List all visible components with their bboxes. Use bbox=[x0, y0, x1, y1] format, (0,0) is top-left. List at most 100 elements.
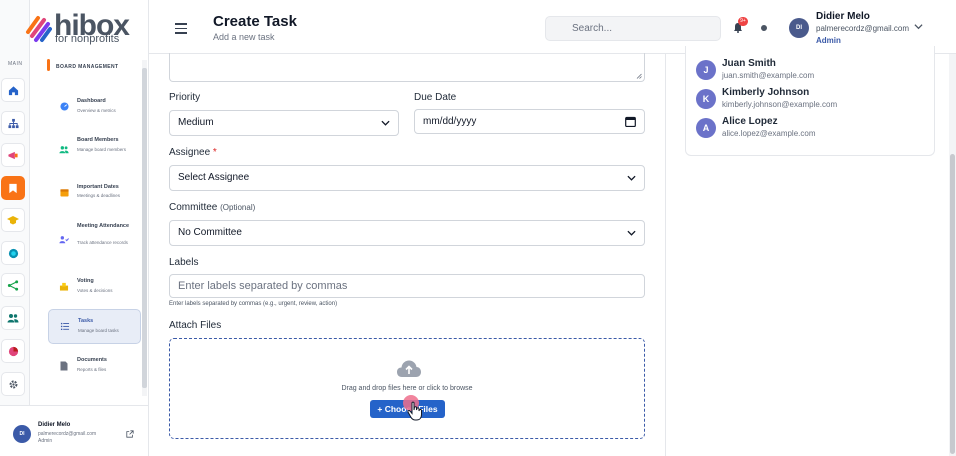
description-textarea[interactable] bbox=[169, 53, 645, 82]
member-name: Juan Smith bbox=[722, 58, 776, 69]
avatar: DI bbox=[13, 425, 31, 443]
members-card: J Juan Smith juan.smith@example.com K Ki… bbox=[685, 46, 935, 156]
sidebar-user-card[interactable]: DI Didier Melo palmerecordz@gmail.com Ad… bbox=[0, 405, 148, 456]
user-check-icon bbox=[59, 234, 69, 244]
committee-label: Committee (Optional) bbox=[169, 202, 255, 213]
priority-select[interactable]: Medium bbox=[169, 110, 399, 136]
rail-section-label: MAIN bbox=[8, 61, 23, 67]
member-name: Kimberly Johnson bbox=[722, 87, 810, 98]
labels-input[interactable]: Enter labels separated by commas bbox=[169, 274, 645, 298]
list-item[interactable]: J Juan Smith juan.smith@example.com bbox=[696, 58, 926, 82]
org-chart-icon bbox=[7, 118, 19, 128]
assignee-select[interactable]: Select Assignee bbox=[169, 165, 645, 191]
sidebar-item-title: Dashboard bbox=[77, 98, 106, 104]
sidebar-item-tasks[interactable]: Tasks Manage board tasks bbox=[48, 309, 141, 344]
user-name: Didier Melo bbox=[38, 422, 71, 428]
priority-label: Priority bbox=[169, 92, 201, 103]
labels-hint: Enter labels separated by commas (e.g., … bbox=[169, 301, 338, 307]
sidebar-item-title: Voting bbox=[77, 278, 94, 284]
document-icon bbox=[59, 361, 69, 371]
dropzone-text: Drag and drop files here or click to bro… bbox=[341, 385, 473, 392]
committee-label-text: Committee bbox=[169, 202, 218, 213]
rail-reports-button[interactable] bbox=[1, 339, 25, 363]
header-user-name: Didier Melo bbox=[816, 11, 870, 22]
column-divider bbox=[665, 54, 666, 456]
rail-campaign-button[interactable] bbox=[1, 143, 25, 167]
notification-badge: 9+ bbox=[738, 17, 748, 26]
sidebar-scrollbar-thumb[interactable] bbox=[142, 68, 147, 388]
sidebar-item-title: Meeting Attendance bbox=[77, 223, 130, 229]
rail-globe-button[interactable] bbox=[1, 241, 25, 265]
rail-board-button[interactable] bbox=[1, 176, 25, 200]
user-email: palmerecordz@gmail.com bbox=[38, 431, 97, 437]
sidebar-item-subtitle: Meetings & deadlines bbox=[77, 193, 121, 198]
avatar[interactable]: DI bbox=[789, 18, 809, 38]
ballot-box-icon bbox=[59, 281, 69, 291]
rail-settings-button[interactable] bbox=[1, 372, 25, 396]
bookmark-icon bbox=[9, 183, 17, 193]
sidebar-item-voting[interactable]: Voting Votes & decisions bbox=[48, 271, 141, 303]
rail-home-button[interactable] bbox=[1, 78, 25, 102]
users-icon bbox=[7, 314, 19, 323]
sidebar-item-subtitle: Reports & files bbox=[77, 367, 107, 372]
member-email: juan.smith@example.com bbox=[722, 71, 815, 80]
labels-label: Labels bbox=[169, 257, 199, 268]
resize-handle-icon[interactable] bbox=[636, 73, 642, 79]
calendar-icon[interactable] bbox=[625, 116, 636, 127]
sidebar-item-dashboard[interactable]: Dashboard Overview & metrics bbox=[48, 90, 141, 122]
sidebar-item-subtitle: Votes & decisions bbox=[77, 288, 113, 293]
sidebar-item-documents[interactable]: Documents Reports & files bbox=[48, 352, 141, 382]
sidebar-item-important-dates[interactable]: Important Dates Meetings & deadlines bbox=[48, 177, 141, 207]
due-date-label: Due Date bbox=[414, 92, 457, 103]
list-item[interactable]: K Kimberly Johnson kimberly.johnson@exam… bbox=[696, 87, 926, 111]
logo-stripes-icon bbox=[26, 16, 52, 42]
due-date-input[interactable]: mm/dd/yyyy bbox=[414, 109, 645, 134]
list-item[interactable]: A Alice Lopez alice.lopez@example.com bbox=[696, 116, 926, 140]
member-name: Alice Lopez bbox=[722, 116, 778, 127]
cloud-upload-icon bbox=[397, 360, 421, 377]
avatar: J bbox=[696, 60, 716, 80]
header-user-email: palmerecordz@gmail.com bbox=[816, 24, 910, 33]
attach-files-label: Attach Files bbox=[169, 320, 222, 331]
home-icon bbox=[8, 85, 18, 95]
network-icon bbox=[7, 279, 19, 291]
rail-org-button[interactable] bbox=[1, 111, 25, 135]
rail-education-button[interactable] bbox=[1, 208, 25, 232]
menu-icon[interactable] bbox=[175, 23, 187, 34]
sidebar-item-board-members[interactable]: Board Members Manage board members bbox=[48, 131, 141, 167]
sidebar-section-title: BOARD MANAGEMENT bbox=[56, 64, 119, 70]
sidebar-item-subtitle: Overview & metrics bbox=[77, 108, 116, 113]
file-dropzone[interactable]: Drag and drop files here or click to bro… bbox=[169, 338, 645, 439]
search-input[interactable]: Search... bbox=[545, 16, 721, 41]
member-email: alice.lopez@example.com bbox=[722, 129, 816, 138]
icon-rail: MAIN bbox=[0, 0, 30, 456]
chevron-down-icon bbox=[627, 230, 636, 236]
header-user-role: Admin bbox=[816, 36, 841, 45]
member-email: kimberly.johnson@example.com bbox=[722, 100, 838, 109]
required-marker: * bbox=[212, 147, 217, 158]
main-scrollbar[interactable] bbox=[949, 54, 956, 456]
chevron-down-icon[interactable] bbox=[914, 23, 923, 30]
dashboard-icon bbox=[59, 101, 69, 111]
status-dot-icon[interactable] bbox=[761, 25, 767, 31]
external-link-icon[interactable] bbox=[126, 430, 134, 438]
globe-icon bbox=[8, 248, 18, 258]
task-list-icon bbox=[60, 321, 70, 331]
sidebar-item-subtitle: Track attendance records bbox=[77, 240, 128, 245]
assignee-label: Assignee * bbox=[169, 147, 217, 158]
sidebar-item-meeting-attendance[interactable]: Meeting Attendance Track attendance reco… bbox=[48, 216, 141, 260]
rail-network-button[interactable] bbox=[1, 273, 25, 297]
main-scrollbar-thumb[interactable] bbox=[950, 154, 955, 454]
page-title: Create Task bbox=[213, 13, 297, 30]
committee-select[interactable]: No Committee bbox=[169, 220, 645, 246]
hibox-logo[interactable]: hibox for nonprofits bbox=[24, 9, 134, 45]
megaphone-icon bbox=[8, 151, 18, 159]
sidebar-scrollbar[interactable] bbox=[142, 60, 147, 396]
chevron-down-icon bbox=[627, 175, 636, 181]
sidebar-item-title: Board Members bbox=[77, 137, 119, 143]
page-subtitle: Add a new task bbox=[213, 32, 275, 42]
sidebar-divider bbox=[148, 0, 149, 456]
rail-people-button[interactable] bbox=[1, 306, 25, 330]
user-role: Admin bbox=[38, 438, 53, 444]
section-accent-bar bbox=[47, 59, 50, 71]
